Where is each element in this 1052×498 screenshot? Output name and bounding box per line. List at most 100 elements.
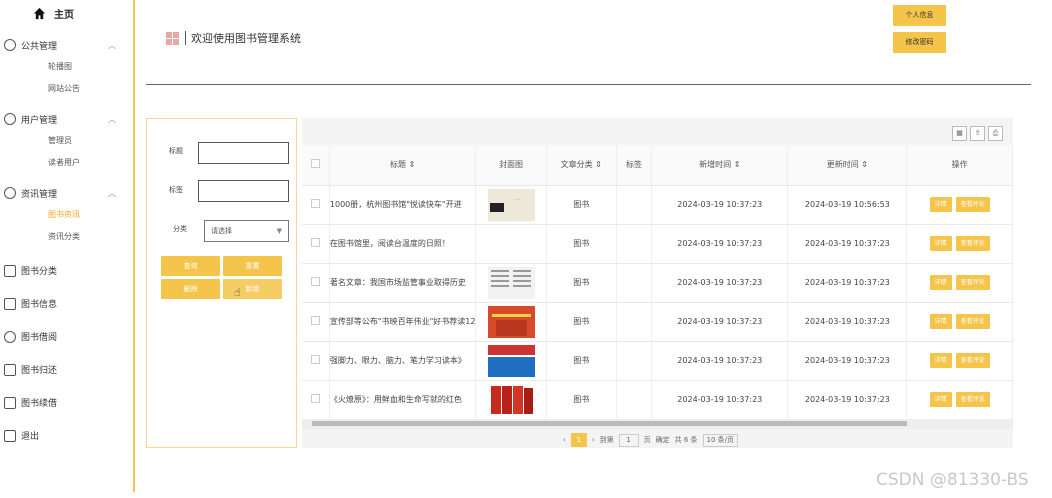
- col-label: 新增时间: [699, 160, 732, 170]
- view-comments-button[interactable]: 查看评论: [955, 392, 990, 407]
- cell-created: 2024-03-19 10:37:23: [651, 302, 789, 342]
- chevron-up-icon: ︿: [108, 114, 116, 124]
- col-header-created[interactable]: 新增时间 ⇕: [651, 145, 789, 186]
- next-page-icon[interactable]: ›: [592, 436, 595, 444]
- sidebar-item-label: 图书信息: [21, 300, 58, 310]
- add-button[interactable]: 新增: [223, 279, 282, 299]
- detail-button[interactable]: 详情: [929, 392, 952, 407]
- sidebar-group-public[interactable]: 公共管理 ︿: [0, 34, 133, 56]
- sidebar-item-renew[interactable]: 图书续借: [0, 386, 133, 419]
- cover-thumbnail: [487, 305, 535, 338]
- view-comments-button[interactable]: 查看评论: [955, 236, 990, 251]
- page-size-select[interactable]: 10 条/页: [702, 433, 739, 447]
- sidebar-item-book-news[interactable]: 图书资讯: [0, 204, 133, 226]
- category-select[interactable]: 请选择 ▼: [204, 220, 289, 242]
- user-icon: [4, 113, 16, 125]
- sidebar-item-book-category[interactable]: 图书分类: [0, 254, 133, 287]
- goto-label: 到第: [599, 436, 614, 444]
- cell-title: 在图书馆里，阅读台温度的日照！: [329, 224, 477, 264]
- table-row[interactable]: 强脚力、眼力、脑力、笔力学习读本》 图书 2024-03-19 10:37:23 20…: [302, 341, 1013, 381]
- sidebar-item-announcement[interactable]: 网站公告: [0, 78, 133, 100]
- cell-actions: 详情 查看评论: [906, 185, 1013, 225]
- columns-icon[interactable]: ▦: [952, 126, 967, 141]
- table-row[interactable]: 《火燎原》：用鲜血和生命写就的红色 图书 2024-03-19 10:37:23 20…: [302, 380, 1013, 420]
- detail-button[interactable]: 详情: [929, 353, 952, 368]
- cell-title: 宣传部等公布"书映百年伟业"好书荐读12: [329, 302, 477, 342]
- scrollbar-thumb[interactable]: [312, 421, 907, 426]
- tag-input[interactable]: [198, 180, 289, 202]
- print-icon[interactable]: ⎙: [988, 126, 1003, 141]
- page-title: 欢迎使用图书管理系统: [166, 30, 301, 46]
- table-row[interactable]: 在图书馆里，阅读台温度的日照！ 图书 2024-03-19 10:37:23 2024…: [302, 224, 1013, 264]
- cell-actions: 详情 查看评论: [906, 224, 1013, 264]
- row-checkbox[interactable]: [302, 341, 330, 381]
- row-checkbox[interactable]: [302, 185, 330, 225]
- profile-button[interactable]: 个人信息: [893, 5, 946, 26]
- reset-button[interactable]: 重置: [223, 256, 282, 276]
- chevron-up-icon: ︿: [108, 188, 116, 198]
- detail-button[interactable]: 详情: [929, 236, 952, 251]
- col-header-category[interactable]: 文章分类 ⇕: [546, 145, 617, 186]
- select-all-checkbox[interactable]: [302, 145, 330, 186]
- table-row[interactable]: 1000册，杭州图书馆"悦读快车"开进 · · · 图书 2024-03-19 10:…: [302, 185, 1013, 225]
- sidebar-group-label: 用户管理: [21, 115, 58, 126]
- sidebar-item-book-info[interactable]: 图书信息: [0, 287, 133, 320]
- sidebar-item-readers[interactable]: 读者用户: [0, 152, 133, 174]
- cell-updated: 2024-03-19 10:37:23: [787, 380, 908, 420]
- col-header-actions: 操作: [906, 145, 1013, 186]
- watermark: CSDN @81330-BS: [876, 470, 1029, 490]
- chevron-down-icon: ▼: [276, 227, 282, 235]
- sort-icon: ⇕: [733, 160, 741, 170]
- sidebar-item-carousel[interactable]: 轮播图: [0, 56, 133, 78]
- col-label: 文章分类: [560, 160, 593, 170]
- view-comments-button[interactable]: 查看评论: [955, 275, 990, 290]
- sort-icon: ⇕: [595, 160, 602, 170]
- table-row[interactable]: 著名文章：我国市场监管事业取得历史 图书 2024-03-19 10:37:23 20…: [302, 263, 1013, 303]
- view-comments-button[interactable]: 查看评论: [955, 314, 990, 329]
- cell-updated: 2024-03-19 10:37:23: [787, 263, 908, 303]
- page-number-current[interactable]: 1: [570, 433, 587, 447]
- sidebar-group-label: 资讯管理: [21, 189, 58, 200]
- row-checkbox[interactable]: [302, 302, 330, 342]
- sort-icon: ⇕: [408, 160, 416, 170]
- delete-button[interactable]: 删除: [161, 279, 220, 299]
- title-input[interactable]: [198, 142, 289, 164]
- view-comments-button[interactable]: 查看评论: [955, 197, 990, 212]
- change-password-button[interactable]: 修改密码: [893, 32, 946, 53]
- table-row[interactable]: 宣传部等公布"书映百年伟业"好书荐读12 图书 2024-03-19 10:37:2…: [302, 302, 1013, 342]
- tag-field-label: 标签: [169, 186, 183, 194]
- detail-button[interactable]: 详情: [929, 197, 952, 212]
- cell-created: 2024-03-19 10:37:23: [651, 224, 789, 264]
- sidebar-group-news[interactable]: 资讯管理 ︿: [0, 182, 133, 204]
- cell-created: 2024-03-19 10:37:23: [651, 185, 789, 225]
- data-table: 标题 ⇕ 封面图 文章分类 ⇕ 标签 新增时间 ⇕ 更新时间 ⇕ 操作 1000…: [302, 145, 1013, 420]
- book-icon: [4, 297, 16, 310]
- sidebar-home[interactable]: 主页: [0, 0, 133, 26]
- sidebar-home-label: 主页: [54, 9, 74, 21]
- col-header-title[interactable]: 标题 ⇕: [329, 145, 477, 186]
- detail-button[interactable]: 详情: [929, 314, 952, 329]
- row-checkbox[interactable]: [302, 224, 330, 264]
- sidebar-item-return[interactable]: 图书归还: [0, 353, 133, 386]
- cell-created: 2024-03-19 10:37:23: [651, 341, 789, 381]
- sidebar-group-users[interactable]: 用户管理 ︿: [0, 108, 133, 130]
- horizontal-scrollbar[interactable]: [302, 419, 1013, 429]
- sidebar-item-borrow[interactable]: 图书借阅: [0, 320, 133, 353]
- sidebar-item-label: 退出: [21, 432, 40, 442]
- detail-button[interactable]: 详情: [929, 275, 952, 290]
- row-checkbox[interactable]: [302, 263, 330, 303]
- confirm-page-button[interactable]: 确定: [656, 435, 670, 445]
- export-icon[interactable]: ⇪: [970, 126, 985, 141]
- cell-title: 《火燎原》：用鲜血和生命写就的红色: [329, 380, 477, 420]
- col-label: 标题: [390, 160, 407, 170]
- prev-page-icon[interactable]: ‹: [563, 436, 566, 444]
- sidebar-item-logout[interactable]: 退出: [0, 419, 133, 452]
- sidebar-item-admin[interactable]: 管理员: [0, 130, 133, 152]
- view-comments-button[interactable]: 查看评论: [955, 353, 990, 368]
- row-checkbox[interactable]: [302, 380, 330, 420]
- query-button[interactable]: 查询: [161, 256, 220, 276]
- col-header-updated[interactable]: 更新时间 ⇕: [787, 145, 908, 186]
- home-icon: [33, 7, 46, 19]
- page-jump-input[interactable]: 1: [618, 433, 639, 447]
- sidebar-item-news-category[interactable]: 资讯分类: [0, 226, 133, 248]
